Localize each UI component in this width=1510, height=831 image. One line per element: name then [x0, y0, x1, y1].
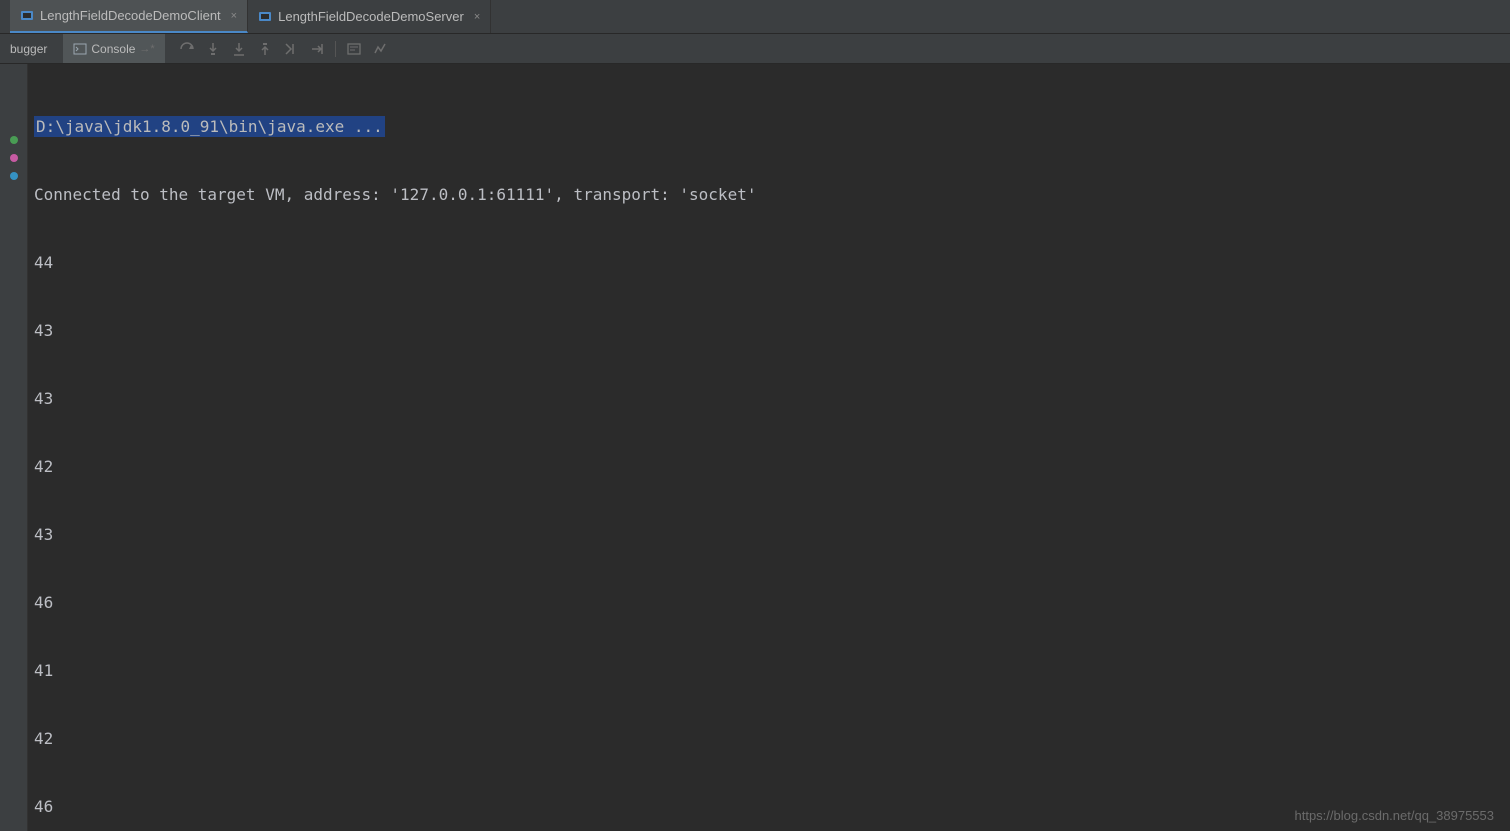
console-line: 43	[34, 316, 1504, 346]
debug-toolbar: bugger Console →*	[0, 34, 1510, 64]
console-label: Console	[91, 42, 135, 56]
evaluate-icon[interactable]	[346, 41, 362, 57]
console-icon	[73, 42, 87, 56]
watermark: https://blog.csdn.net/qq_38975553	[1295, 808, 1495, 823]
trace-icon[interactable]	[372, 41, 388, 57]
gutter-marker-2[interactable]	[8, 152, 20, 164]
close-icon[interactable]: ×	[227, 10, 237, 22]
console-tab[interactable]: Console →*	[63, 34, 164, 63]
console-line: Connected to the target VM, address: '12…	[34, 180, 1504, 210]
console-output[interactable]: D:\java\jdk1.8.0_91\bin\java.exe ... Con…	[28, 64, 1510, 831]
run-to-cursor-icon[interactable]	[309, 41, 325, 57]
gutter-marker-1[interactable]	[8, 134, 20, 146]
close-icon[interactable]: ×	[470, 11, 480, 23]
step-into-icon[interactable]	[205, 41, 221, 57]
tab-label: LengthFieldDecodeDemoClient	[40, 8, 221, 23]
console-line: 42	[34, 452, 1504, 482]
console-gutter	[0, 64, 28, 831]
console-arrow: →*	[139, 43, 154, 55]
step-controls	[171, 41, 388, 57]
debugger-label: bugger	[10, 42, 47, 56]
tab-client[interactable]: LengthFieldDecodeDemoClient ×	[10, 0, 248, 33]
console-line: 43	[34, 384, 1504, 414]
debugger-tab[interactable]: bugger	[0, 34, 57, 63]
app-icon	[258, 10, 272, 24]
console-line: 42	[34, 724, 1504, 754]
console-line: 41	[34, 656, 1504, 686]
step-over-icon[interactable]	[179, 41, 195, 57]
gutter-marker-3[interactable]	[8, 170, 20, 182]
tab-server[interactable]: LengthFieldDecodeDemoServer ×	[248, 0, 491, 33]
drop-frame-icon[interactable]	[283, 41, 299, 57]
command-line: D:\java\jdk1.8.0_91\bin\java.exe ...	[34, 116, 385, 137]
separator	[335, 41, 336, 57]
force-step-icon[interactable]	[231, 41, 247, 57]
console-line: 44	[34, 248, 1504, 278]
app-icon	[20, 9, 34, 23]
console-line: 46	[34, 792, 1504, 822]
run-config-tab-bar: LengthFieldDecodeDemoClient × LengthFiel…	[0, 0, 1510, 34]
step-out-icon[interactable]	[257, 41, 273, 57]
console-line: 46	[34, 588, 1504, 618]
tab-label: LengthFieldDecodeDemoServer	[278, 9, 464, 24]
console-line: 43	[34, 520, 1504, 550]
